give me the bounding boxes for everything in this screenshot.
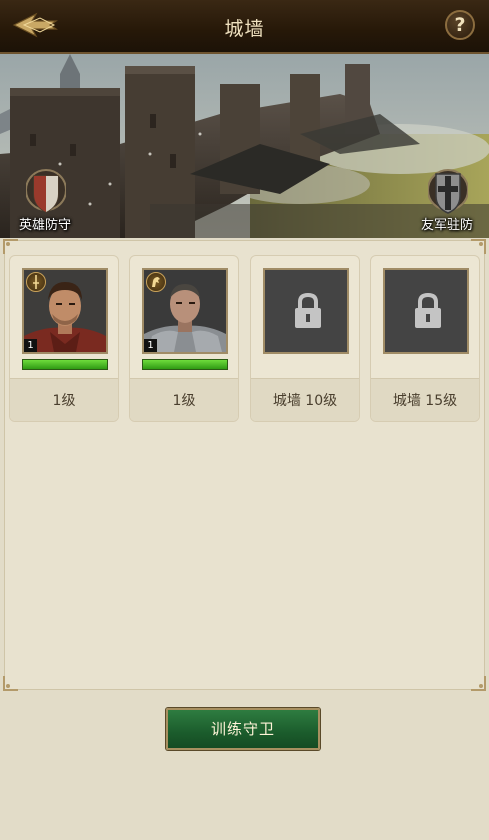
hero-portrait: 1 <box>142 268 228 354</box>
guard-slot-1[interactable]: 1 1级 <box>9 255 119 422</box>
guard-slot-2[interactable]: 1 1级 <box>129 255 239 422</box>
ally-garrison-shield-icon <box>428 169 468 214</box>
help-icon[interactable]: ? <box>445 10 475 40</box>
corner-ornament-icon <box>471 239 486 254</box>
corner-ornament-icon <box>3 239 18 254</box>
corner-ornament-icon <box>471 676 486 691</box>
slot-unlock-requirement: 城墙 10级 <box>251 378 359 421</box>
hero-health-bar <box>142 359 228 370</box>
page-title: 城墙 <box>224 18 265 40</box>
ally-garrison-button[interactable]: 友军驻防 <box>412 168 482 238</box>
locked-slot-frame <box>263 268 349 354</box>
hero-defense-label: 英雄防守 <box>18 218 71 233</box>
corner-ornament-icon <box>3 676 18 691</box>
horse-class-icon <box>146 272 166 292</box>
ally-garrison-label: 友军驻防 <box>420 218 473 233</box>
hero-level-badge: 1 <box>24 339 37 352</box>
train-guard-button[interactable]: 训练守卫 <box>166 708 320 750</box>
sword-class-icon <box>26 272 46 292</box>
lock-icon <box>295 292 321 328</box>
guard-slot-4-locked[interactable]: 城墙 15级 <box>370 255 480 422</box>
hero-portrait: 1 <box>22 268 108 354</box>
top-bar: 城墙 ? <box>0 0 489 54</box>
hero-defense-shield-icon <box>26 169 66 213</box>
hero-health-bar <box>22 359 108 370</box>
hero-defense-button[interactable]: 英雄防守 <box>10 168 80 238</box>
castle-wall-banner: 英雄防守 友军驻防 <box>0 54 489 238</box>
slot-unlock-requirement: 城墙 15级 <box>371 378 479 421</box>
slot-label: 1级 <box>10 378 118 421</box>
hero-level-badge: 1 <box>144 339 157 352</box>
guard-slot-3-locked[interactable]: 城墙 10级 <box>250 255 360 422</box>
lock-icon <box>415 292 441 328</box>
locked-slot-frame <box>383 268 469 354</box>
slot-label: 1级 <box>130 378 238 421</box>
